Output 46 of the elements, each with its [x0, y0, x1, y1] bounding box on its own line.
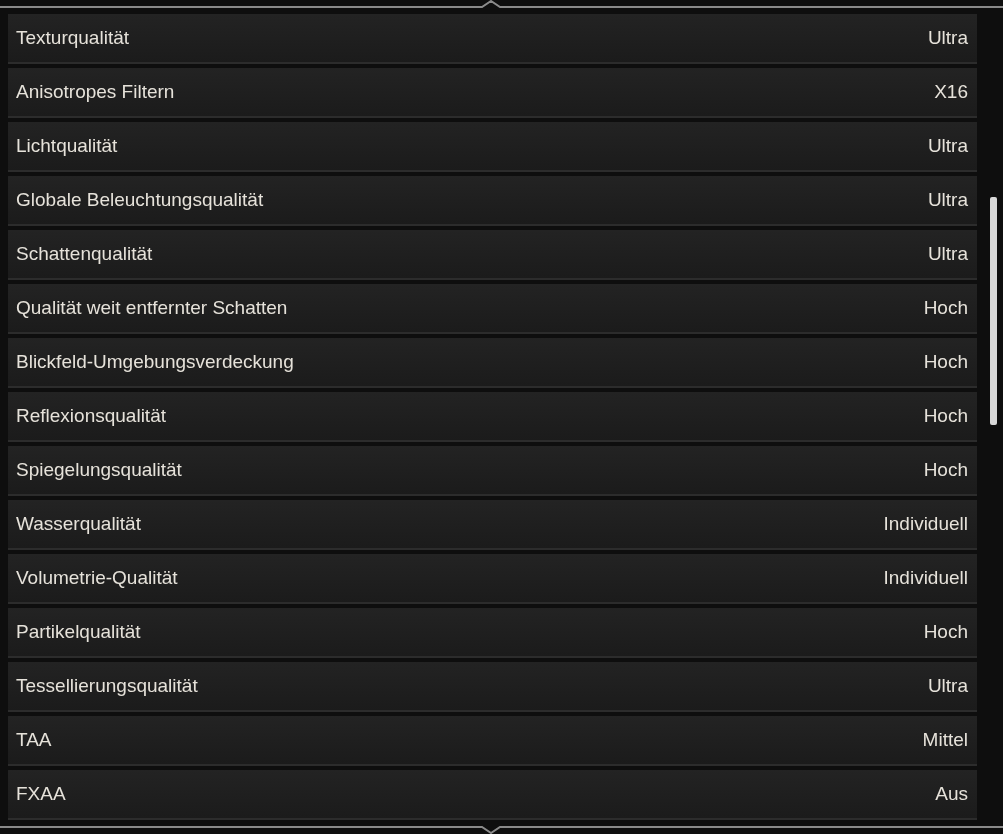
setting-row[interactable]: Blickfeld-Umgebungsverdeckung Hoch — [8, 338, 977, 388]
setting-row[interactable]: TAA Mittel — [8, 716, 977, 766]
setting-row[interactable]: Schattenqualität Ultra — [8, 230, 977, 280]
setting-label: Blickfeld-Umgebungsverdeckung — [16, 351, 294, 373]
setting-value: Hoch — [923, 351, 968, 373]
setting-label: Globale Beleuchtungsqualität — [16, 189, 264, 211]
setting-row[interactable]: Qualität weit entfernter Schatten Hoch — [8, 284, 977, 334]
setting-value: Hoch — [923, 621, 968, 643]
setting-label: Texturqualität — [16, 27, 129, 49]
setting-value: Hoch — [923, 459, 968, 481]
setting-value: Hoch — [923, 405, 968, 427]
setting-row[interactable]: Volumetrie-Qualität Individuell — [8, 554, 977, 604]
setting-row[interactable]: Partikelqualität Hoch — [8, 608, 977, 658]
setting-value: Ultra — [927, 189, 968, 211]
setting-label: Volumetrie-Qualität — [16, 567, 178, 589]
setting-value: Individuell — [883, 513, 968, 535]
setting-label: Partikelqualität — [16, 621, 141, 643]
setting-label: Spiegelungsqualität — [16, 459, 182, 481]
setting-label: Lichtqualität — [16, 135, 118, 157]
setting-label: Tessellierungsqualität — [16, 675, 198, 697]
setting-row[interactable]: FXAA Aus — [8, 770, 977, 820]
setting-row[interactable]: Globale Beleuchtungsqualität Ultra — [8, 176, 977, 226]
setting-row[interactable]: Anisotropes Filtern X16 — [8, 68, 977, 118]
setting-label: Reflexionsqualität — [16, 405, 166, 427]
setting-value: Ultra — [927, 243, 968, 265]
setting-value: Ultra — [927, 675, 968, 697]
setting-value: Ultra — [927, 135, 968, 157]
setting-row[interactable]: Tessellierungsqualität Ultra — [8, 662, 977, 712]
setting-value: Aus — [935, 783, 968, 805]
setting-label: Qualität weit entfernter Schatten — [16, 297, 288, 319]
setting-row[interactable]: Lichtqualität Ultra — [8, 122, 977, 172]
setting-value: Individuell — [883, 567, 968, 589]
setting-label: Schattenqualität — [16, 243, 153, 265]
setting-value: X16 — [934, 81, 968, 103]
setting-row[interactable]: Wasserqualität Individuell — [8, 500, 977, 550]
setting-label: TAA — [16, 729, 52, 751]
setting-value: Mittel — [922, 729, 968, 751]
setting-row[interactable]: Reflexionsqualität Hoch — [8, 392, 977, 442]
setting-value: Hoch — [923, 297, 968, 319]
scrollbar-thumb[interactable] — [990, 197, 997, 425]
setting-label: FXAA — [16, 783, 66, 805]
setting-row[interactable]: Spiegelungsqualität Hoch — [8, 446, 977, 496]
setting-label: Wasserqualität — [16, 513, 141, 535]
setting-value: Ultra — [927, 27, 968, 49]
setting-label: Anisotropes Filtern — [16, 81, 175, 103]
setting-row[interactable]: Texturqualität Ultra — [8, 14, 977, 64]
